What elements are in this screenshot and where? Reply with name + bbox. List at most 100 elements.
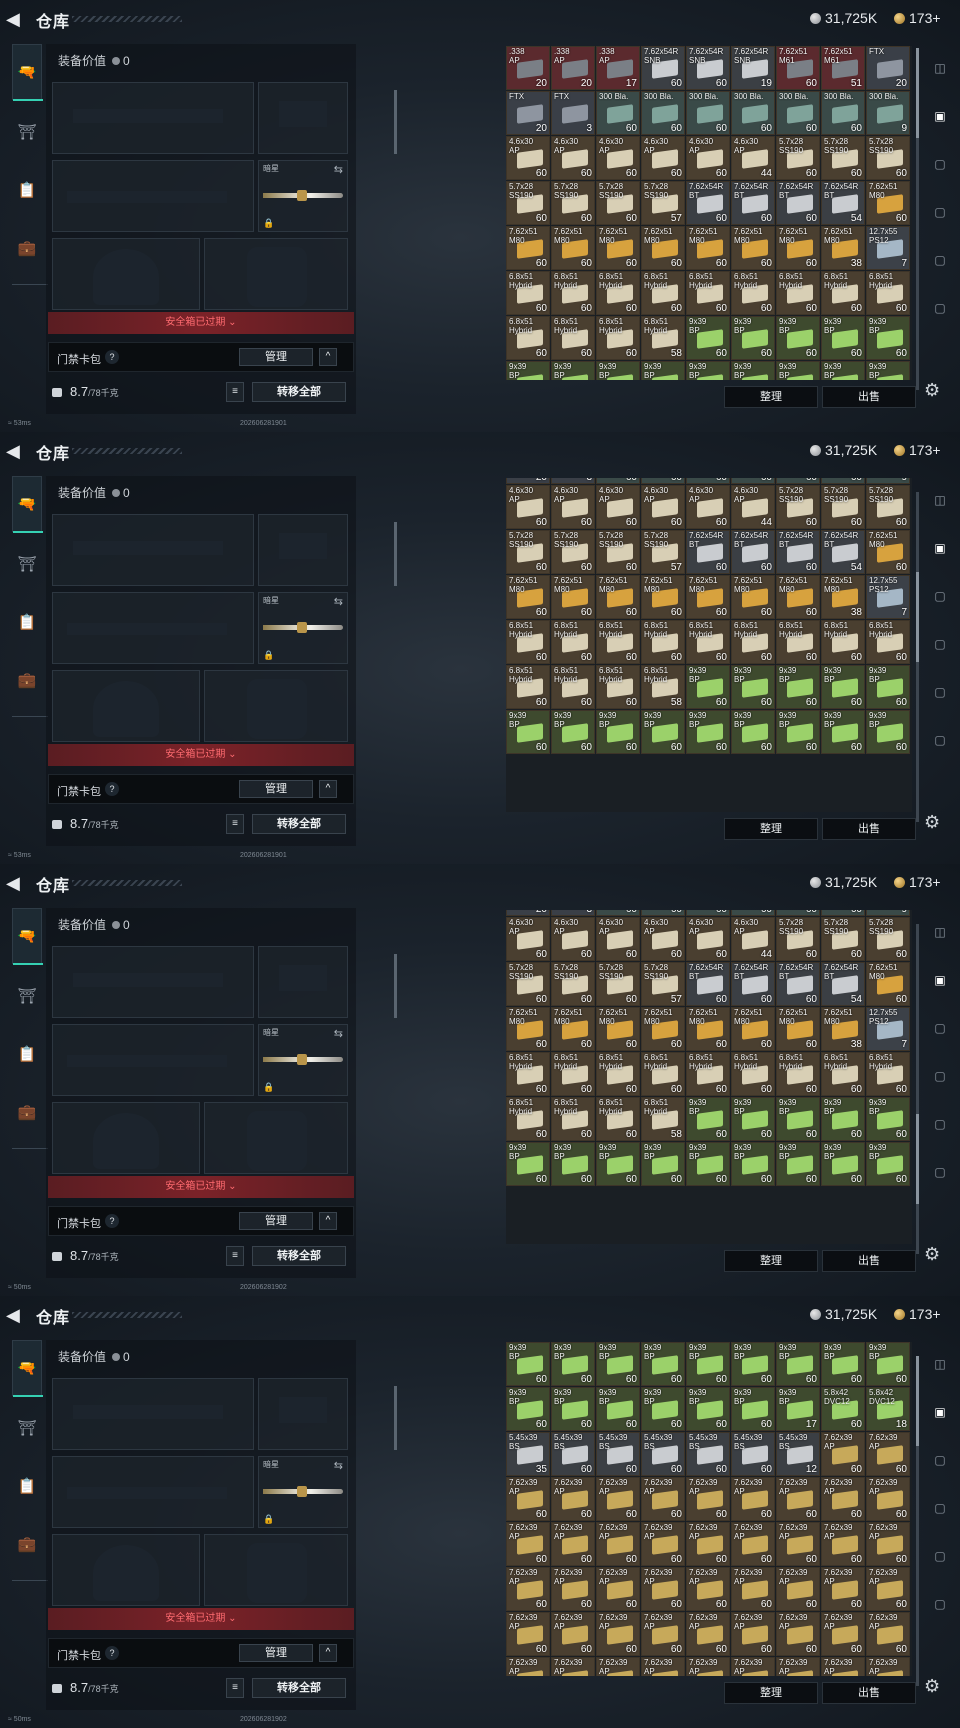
stash-tab-4-icon[interactable]: ▢ <box>926 680 954 704</box>
back-arrow-icon[interactable]: ◀ <box>6 440 28 462</box>
stash-tab-2-icon[interactable]: ▢ <box>926 1448 954 1472</box>
ammo-item[interactable]: 6.8x51 Hybrid 60 <box>641 271 685 315</box>
collapse-button[interactable]: ^ <box>319 1212 337 1230</box>
stash-scrollbar-thumb[interactable] <box>916 1114 919 1204</box>
collapse-button[interactable]: ^ <box>319 780 337 798</box>
stash-tab-5-icon[interactable]: ▢ <box>926 296 954 320</box>
swap-icon[interactable]: ⇆ <box>334 1027 343 1040</box>
primary-weapon-slot[interactable] <box>52 82 254 154</box>
ammo-item[interactable]: FTX 20 <box>506 478 550 484</box>
ammo-item[interactable]: 7.62x39 AP 60 <box>776 1477 820 1521</box>
collapse-button[interactable]: ^ <box>319 348 337 366</box>
stash-tab-1-icon[interactable]: ▣ <box>926 104 954 128</box>
ammo-item[interactable]: 7.62x39 AP 60 <box>551 1477 595 1521</box>
ammo-item[interactable]: 7.62x39 AP 60 <box>641 1612 685 1656</box>
ammo-item[interactable]: 7.62x39 AP 60 <box>596 1522 640 1566</box>
ammo-item[interactable]: 9x39 BP 60 <box>686 1142 730 1186</box>
ammo-item[interactable]: 9x39 BP 60 <box>686 1342 730 1386</box>
ammo-item[interactable]: 300 Bla. 60 <box>821 910 865 916</box>
ammo-item[interactable]: 9x39 BP 60 <box>866 1342 910 1386</box>
stash-tab-3-icon[interactable]: ▢ <box>926 632 954 656</box>
ammo-item[interactable]: 7.62x54R BT 54 <box>821 530 865 574</box>
ammo-item[interactable]: 6.8x51 Hybrid 60 <box>686 271 730 315</box>
ammo-item[interactable]: 300 Bla. 60 <box>776 478 820 484</box>
ammo-item[interactable]: 4.6x30 AP 60 <box>641 917 685 961</box>
ammo-item[interactable]: FTX 3 <box>551 478 595 484</box>
transfer-all-button[interactable]: 转移全部 <box>252 1678 346 1698</box>
ammo-item[interactable]: 9x39 BP 60 <box>731 1342 775 1386</box>
backpack-tab-icon[interactable]: 📋 <box>12 608 42 638</box>
ammo-item[interactable]: 5.45x39 BS 12 <box>776 1432 820 1476</box>
ammo-item[interactable]: 9x39 BP 60 <box>776 710 820 754</box>
ammo-item[interactable]: 5.7x28 SS190 60 <box>821 485 865 529</box>
ammo-item[interactable]: 7.62x39 AP 60 <box>686 1477 730 1521</box>
ammo-item[interactable]: 9x39 BP 60 <box>641 1387 685 1431</box>
swap-icon[interactable]: ⇆ <box>334 163 343 176</box>
primary-weapon-slot[interactable] <box>52 514 254 586</box>
ammo-item[interactable]: 9x39 BP 60 <box>641 710 685 754</box>
ammo-item[interactable]: 9x39 BP 60 <box>551 361 595 380</box>
ammo-item[interactable]: 9x39 BP 60 <box>641 361 685 380</box>
ammo-item[interactable]: 7.62x39 AP 60 <box>821 1432 865 1476</box>
weapon-tab-icon[interactable]: 🔫 <box>12 1340 43 1397</box>
ammo-item[interactable]: 7.62x51 M80 60 <box>866 530 910 574</box>
stash-tab-4-icon[interactable]: ▢ <box>926 1112 954 1136</box>
ammo-item[interactable]: 7.62x51 M80 60 <box>686 226 730 270</box>
equipment-scrollbar[interactable] <box>394 90 397 154</box>
ammo-item[interactable]: 7.62x54R SNB 60 <box>686 46 730 90</box>
weapon-tab-icon[interactable]: 🔫 <box>12 44 43 101</box>
stash-tab-4-icon[interactable]: ▢ <box>926 248 954 272</box>
ammo-item[interactable]: 5.7x28 SS190 57 <box>641 181 685 225</box>
melee-slot[interactable]: 暗星 ⇆ 🔒 <box>258 592 348 664</box>
ammo-item[interactable]: 7.62x39 AP 60 <box>821 1477 865 1521</box>
ammo-item[interactable]: 9x39 BP 60 <box>821 710 865 754</box>
ammo-item[interactable]: 9x39 BP 60 <box>776 1342 820 1386</box>
ammo-item[interactable]: 7.62x51 M80 60 <box>506 226 550 270</box>
ammo-item[interactable]: 7.62x51 M80 60 <box>506 575 550 619</box>
ammo-item[interactable]: 7.62x39 AP 60 <box>866 1567 910 1611</box>
ammo-item[interactable]: 7.62x51 M80 60 <box>731 575 775 619</box>
ammo-item[interactable]: 7.62x54R BT 60 <box>776 181 820 225</box>
secondary-weapon-slot[interactable] <box>52 592 254 664</box>
ammo-item[interactable]: 9x39 BP 60 <box>866 316 910 360</box>
ammo-item[interactable]: 6.8x51 Hybrid 60 <box>686 620 730 664</box>
ammo-item[interactable]: 7.62x39 AP 60 <box>821 1522 865 1566</box>
ammo-item[interactable]: 9x39 BP 60 <box>596 710 640 754</box>
ammo-item[interactable]: 9x39 BP 60 <box>686 665 730 709</box>
ammo-item[interactable]: 7.62x39 AP 60 <box>731 1522 775 1566</box>
help-icon[interactable]: ? <box>105 1646 119 1660</box>
ammo-item[interactable]: 6.8x51 Hybrid 60 <box>506 1097 550 1141</box>
ammo-item[interactable]: 5.7x28 SS190 60 <box>596 530 640 574</box>
armor-tab-icon[interactable]: ⛩ <box>12 1414 42 1444</box>
ammo-item[interactable]: 6.8x51 Hybrid 60 <box>731 1052 775 1096</box>
ammo-item[interactable]: 6.8x51 Hybrid 60 <box>821 620 865 664</box>
ammo-item[interactable]: 6.8x51 Hybrid 60 <box>506 620 550 664</box>
sort-button[interactable]: 整理 <box>724 1682 818 1704</box>
weapon-tab-icon[interactable]: 🔫 <box>12 908 43 965</box>
ammo-item[interactable]: 12.7x55 PS12 7 <box>866 226 910 270</box>
ammo-item[interactable]: 9x39 BP 17 <box>776 1387 820 1431</box>
ammo-item[interactable]: 300 Bla. 60 <box>776 91 820 135</box>
ammo-item[interactable]: 4.6x30 AP 44 <box>731 136 775 180</box>
ammo-item[interactable]: 9x39 BP 60 <box>731 710 775 754</box>
ammo-item[interactable]: 7.62x51 M80 60 <box>596 1007 640 1051</box>
ammo-item[interactable]: 6.8x51 Hybrid 60 <box>506 316 550 360</box>
melee-slot[interactable]: 暗星 ⇆ 🔒 <box>258 160 348 232</box>
ammo-item[interactable]: 6.8x51 Hybrid 60 <box>596 1097 640 1141</box>
ammo-item[interactable]: 6.8x51 Hybrid 60 <box>596 620 640 664</box>
secure-container-expired[interactable]: 安全箱已过期 ⌄ <box>48 312 354 334</box>
equipment-scrollbar[interactable] <box>394 522 397 586</box>
ammo-item[interactable]: 9x39 BP 60 <box>506 1387 550 1431</box>
ammo-item[interactable]: 6.8x51 Hybrid 60 <box>686 1052 730 1096</box>
ammo-item[interactable]: 300 Bla. 60 <box>596 910 640 916</box>
ammo-item[interactable]: 5.7x28 SS190 60 <box>821 136 865 180</box>
ammo-item[interactable]: 7.62x39 AP 60 <box>551 1612 595 1656</box>
ammo-item[interactable]: 9x39 BP 60 <box>731 1142 775 1186</box>
ammo-item[interactable]: 5.7x28 SS190 60 <box>776 136 820 180</box>
ammo-item[interactable]: 7.62x39 AP 60 <box>821 1612 865 1656</box>
sell-button[interactable]: 出售 <box>822 1682 916 1704</box>
swap-icon[interactable]: ⇆ <box>334 595 343 608</box>
ammo-item[interactable]: 6.8x51 Hybrid 60 <box>596 665 640 709</box>
sell-button[interactable]: 出售 <box>822 386 916 408</box>
ammo-item[interactable]: 4.6x30 AP 60 <box>596 485 640 529</box>
